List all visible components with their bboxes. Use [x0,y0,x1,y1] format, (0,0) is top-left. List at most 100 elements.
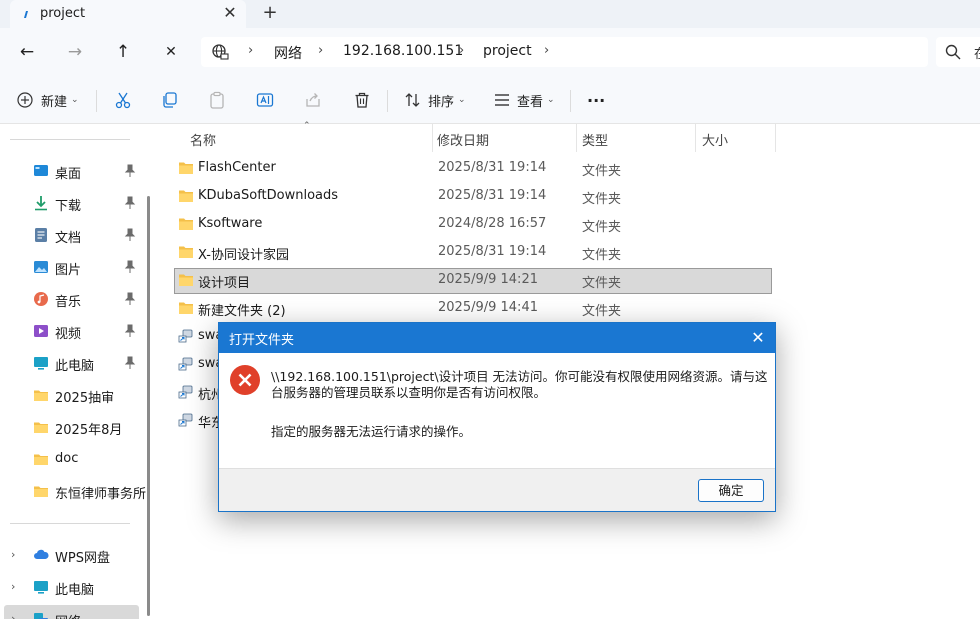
column-divider[interactable] [576,124,577,152]
chevron-right-icon[interactable]: › [11,548,15,561]
file-row[interactable]: X-协同设计家园 2025/8/31 19:14 文件夹 [174,240,772,266]
network-shortcut-icon [178,385,193,399]
breadcrumb-network[interactable]: 网络 [274,43,302,63]
chevron-right-icon[interactable]: › [11,580,15,593]
file-date: 2025/8/31 19:14 [438,188,547,203]
sort-label: 排序 [428,94,455,110]
navigation-pane: 桌面 下载 文档 图片 音乐 视频 此电脑 2025抽审 2025年8月 doc… [0,124,150,619]
file-row[interactable]: Ksoftware 2024/8/28 16:57 文件夹 [174,212,772,238]
column-divider[interactable] [695,124,696,152]
toolbar-divider [96,90,97,112]
error-icon [230,365,260,395]
sidebar-item-downloads[interactable]: 下载 [0,189,148,217]
copy-icon [163,92,177,108]
network-globe-icon [212,44,229,60]
chevron-down-icon: ⌄ [547,95,555,105]
breadcrumb-server[interactable]: 192.168.100.151 [343,43,463,59]
file-row[interactable]: 新建文件夹 (2) 2025/9/9 14:41 文件夹 [174,296,772,322]
sidebar-divider [10,523,130,524]
sidebar-item-folder[interactable]: 2025年8月 [0,413,148,441]
sidebar-item-label: WPS网盘 [55,551,110,566]
up-button[interactable]: ↑ [109,38,137,66]
column-header-type[interactable]: 类型 [582,130,608,149]
sidebar-item-folder[interactable]: doc [0,445,148,473]
column-divider[interactable] [775,124,776,152]
sidebar-item-this-pc-tree[interactable]: › 此电脑 [0,573,148,601]
pin-icon[interactable] [124,228,136,242]
breadcrumb-separator[interactable]: › [318,43,323,58]
search-input[interactable]: 在 [936,37,980,67]
breadcrumb-separator[interactable]: › [459,43,464,58]
file-row[interactable]: KDubaSoftDownloads 2025/8/31 19:14 文件夹 [174,184,772,210]
folder-icon [179,162,193,174]
pin-icon[interactable] [124,292,136,306]
file-row-selected[interactable]: 设计项目 2025/9/9 14:21 文件夹 [174,268,772,294]
column-divider[interactable] [432,124,433,152]
sidebar-item-pictures[interactable]: 图片 [0,253,148,281]
column-header-size[interactable]: 大小 [702,130,728,149]
sidebar-item-music[interactable]: 音乐 [0,285,148,313]
file-name: Ksoftware [198,216,263,231]
forward-button[interactable]: → [61,38,89,66]
cut-button[interactable] [114,86,132,114]
sidebar-item-label: 下载 [55,199,82,214]
sidebar-item-wps-drive[interactable]: › WPS网盘 [0,541,148,569]
view-label: 查看 [517,94,544,110]
new-tab-button[interactable]: + [260,3,280,23]
new-button[interactable]: 新建 ⌄ [17,86,79,114]
folder-icon [34,454,48,465]
sidebar-item-label: 视频 [55,327,82,342]
view-button[interactable]: 查看 ⌄ [493,86,555,114]
sidebar-item-label: 2025抽审 [55,391,115,406]
download-icon [35,196,47,211]
sidebar-item-label: 此电脑 [55,583,95,598]
file-date: 2025/8/31 19:14 [438,244,547,259]
tab-project[interactable]: project ✕ [10,0,246,28]
sidebar-item-label: doc [55,451,79,466]
breadcrumb-project[interactable]: project [483,43,532,59]
stop-button[interactable]: ✕ [157,38,185,66]
pin-icon[interactable] [124,324,136,338]
pin-icon[interactable] [124,196,136,210]
sidebar-scrollbar[interactable] [147,196,150,616]
address-bar[interactable]: › 网络 › 192.168.100.151 › project › [201,37,928,67]
folder-icon [179,302,193,314]
rename-button[interactable] [256,86,274,114]
delete-button[interactable] [353,86,371,114]
ok-button[interactable]: 确定 [698,479,764,502]
breadcrumb-separator[interactable]: › [544,43,549,58]
desktop-icon [34,165,48,176]
sidebar-item-network[interactable]: › 网络 [4,605,139,619]
sidebar-item-videos[interactable]: 视频 [0,317,148,345]
pin-icon[interactable] [124,260,136,274]
file-name: FlashCenter [198,160,276,175]
column-header-name[interactable]: 名称 [190,130,216,149]
folder-icon [179,190,193,202]
sidebar-item-this-pc[interactable]: 此电脑 [0,349,148,377]
video-icon [34,325,48,337]
network-shortcut-icon [178,413,193,427]
file-row[interactable]: FlashCenter 2025/8/31 19:14 文件夹 [174,156,772,182]
sidebar-item-folder[interactable]: 东恒律师事务所 [0,477,148,505]
chevron-right-icon[interactable]: › [11,612,15,619]
search-icon [945,44,961,60]
share-button[interactable] [304,86,322,114]
column-header-date[interactable]: 修改日期 [437,130,489,149]
breadcrumb-separator[interactable]: › [248,43,253,58]
more-options-button[interactable]: ··· [587,86,605,114]
dialog-title-bar[interactable]: 打开文件夹 ✕ [219,323,775,353]
sidebar-item-desktop[interactable]: 桌面 [0,157,148,185]
pin-icon[interactable] [124,164,136,178]
copy-button[interactable] [161,86,179,114]
sidebar-item-folder[interactable]: 2025抽审 [0,381,148,409]
folder-icon [34,422,48,433]
sort-button[interactable]: 排序 ⌄ [404,86,466,114]
sidebar-item-documents[interactable]: 文档 [0,221,148,249]
pin-icon[interactable] [124,356,136,370]
tab-title: project [40,6,86,21]
back-button[interactable]: ← [13,38,41,66]
folder-icon [179,218,193,230]
paste-button[interactable] [208,86,226,114]
close-tab-icon[interactable]: ✕ [220,3,240,23]
close-icon[interactable]: ✕ [747,327,769,349]
